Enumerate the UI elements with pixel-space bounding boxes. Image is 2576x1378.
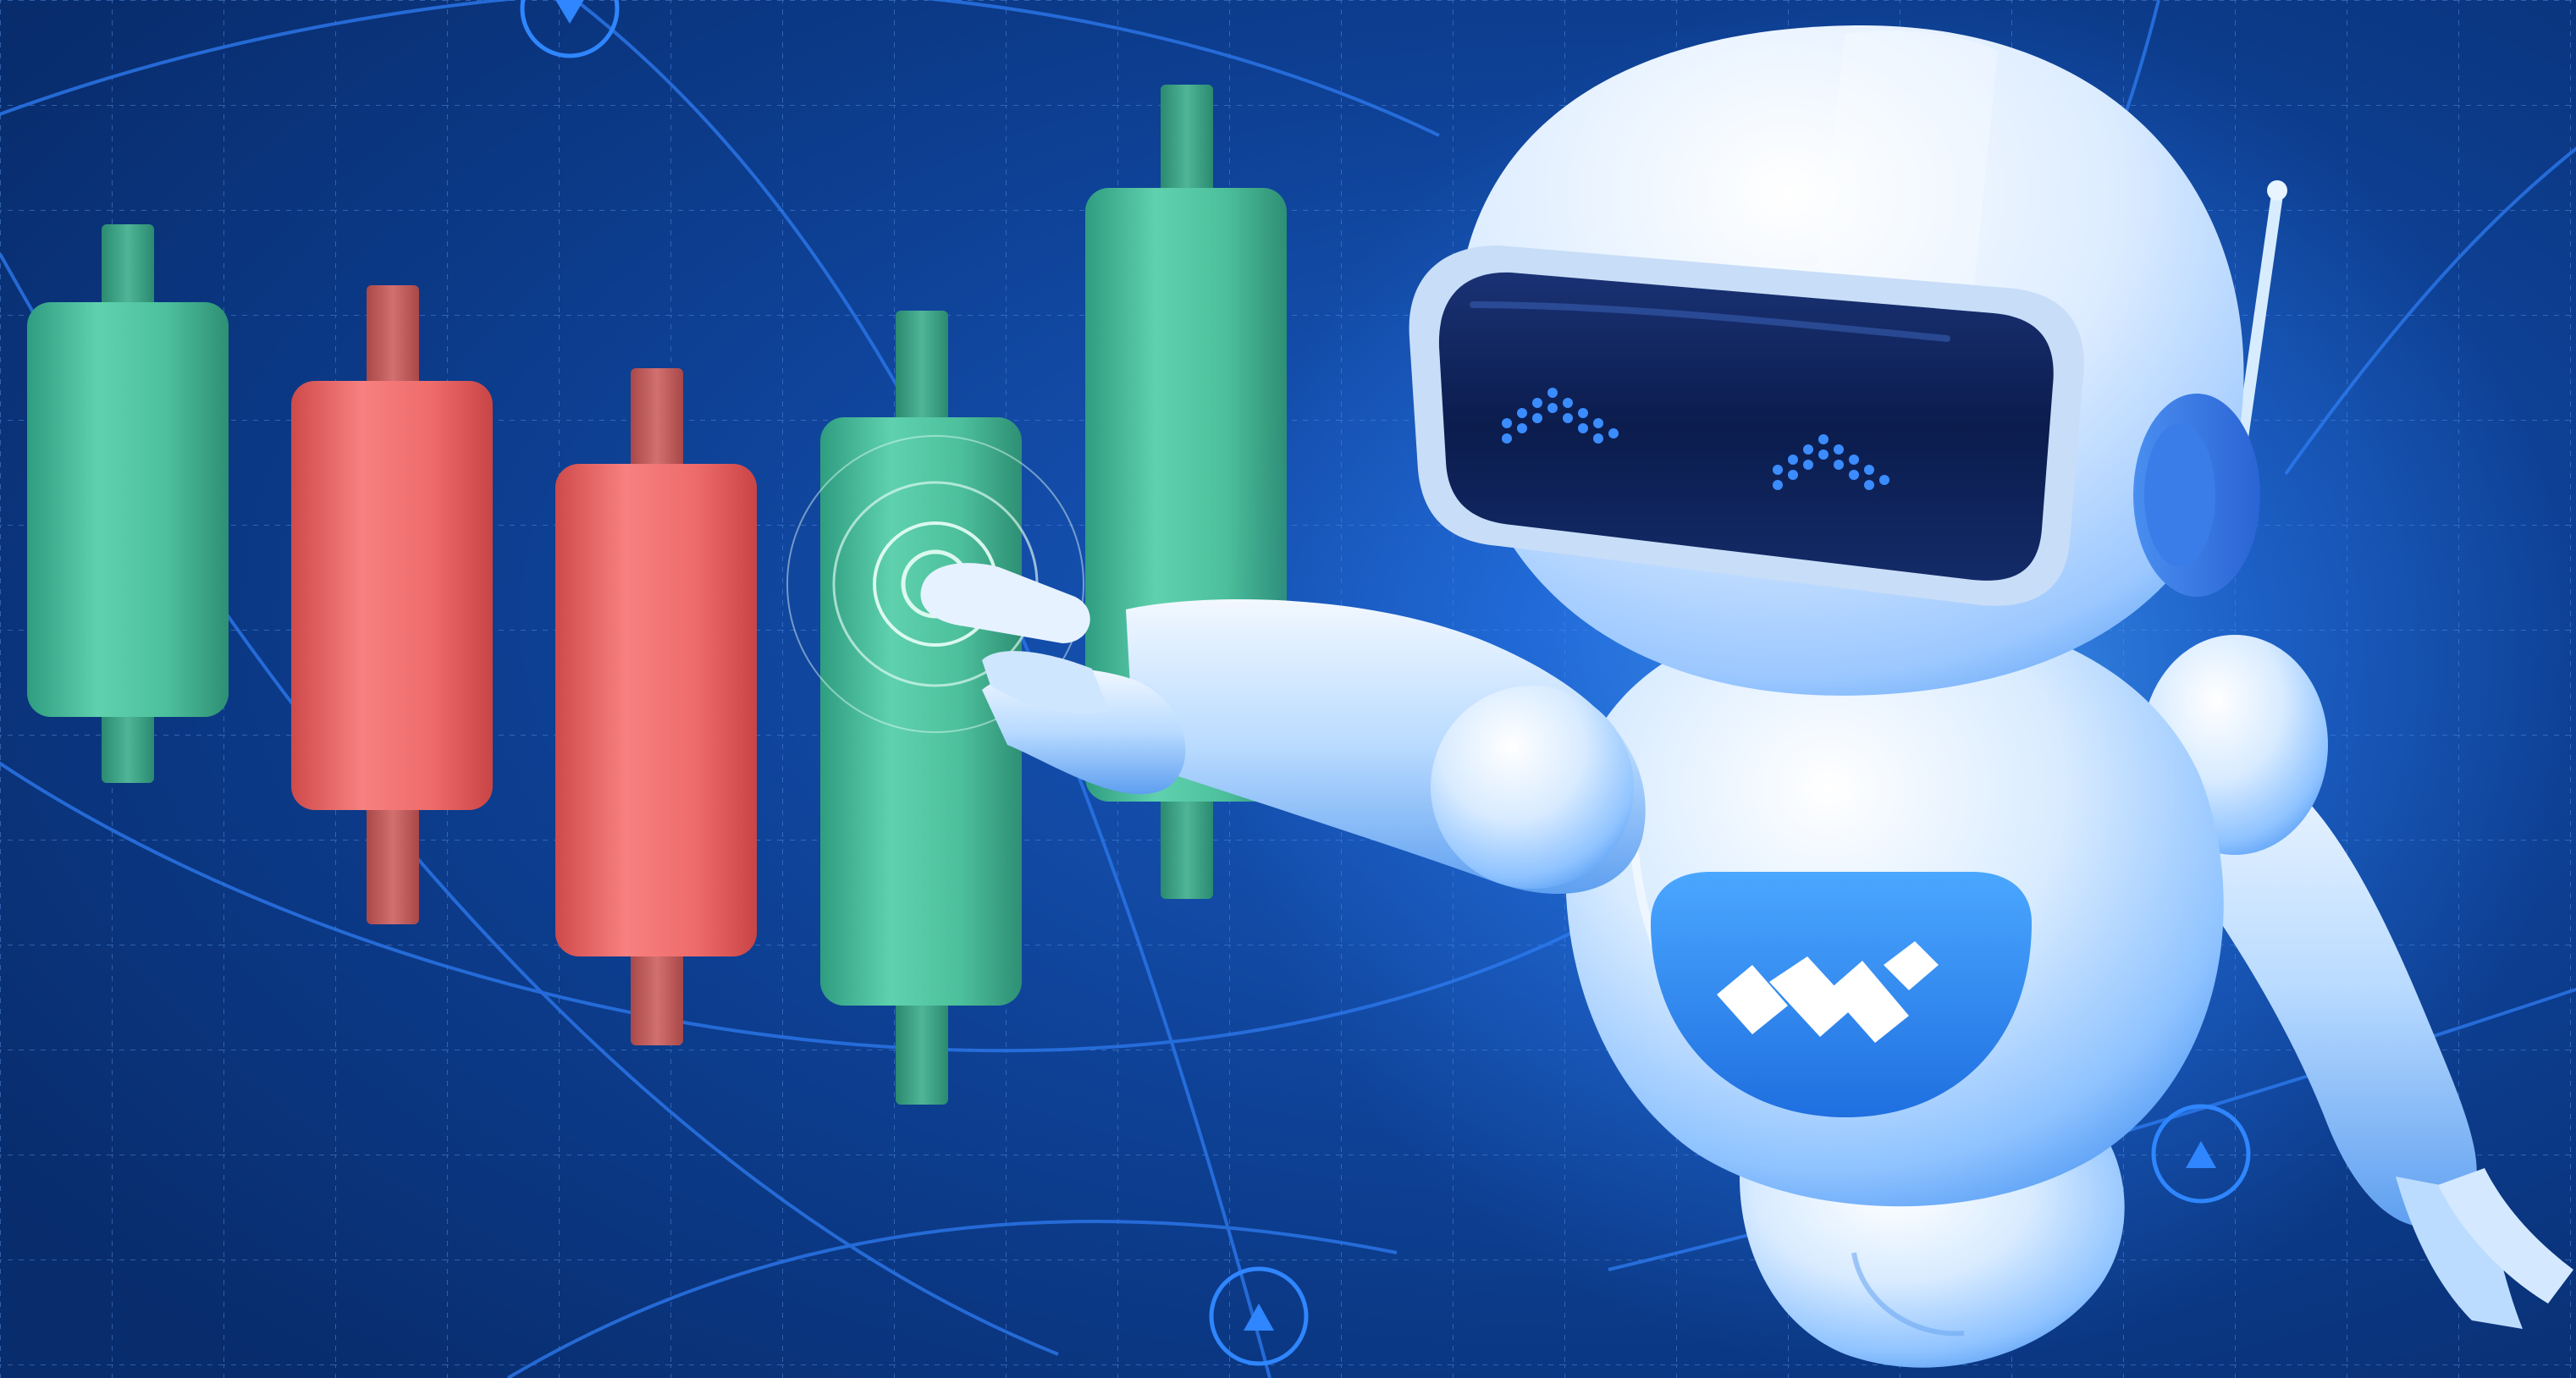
candle-up xyxy=(27,224,229,783)
illustration-scene xyxy=(0,0,2576,1378)
robot-ear xyxy=(2133,394,2260,597)
candle-down xyxy=(555,368,757,1045)
illustration-canvas xyxy=(0,0,2576,1378)
